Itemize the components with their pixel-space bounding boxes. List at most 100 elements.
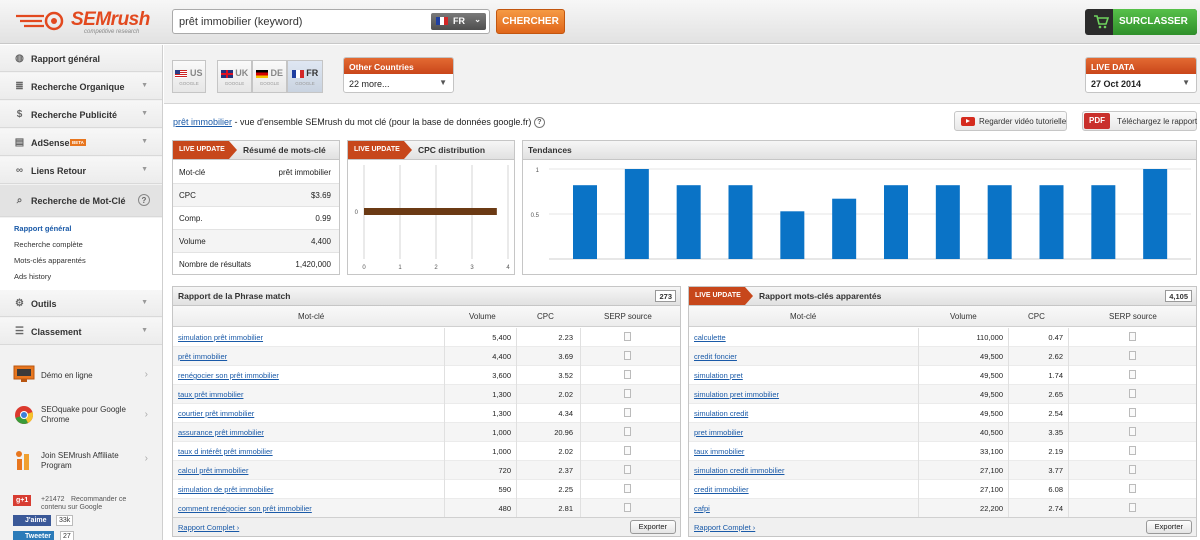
download-report-button[interactable]: PDF Téléchargez le rapport — [1082, 111, 1197, 131]
country-select[interactable]: FR ⌄ — [431, 13, 486, 30]
upgrade-button[interactable]: SURCLASSER — [1085, 9, 1197, 35]
keyword-link[interactable]: simulation pret — [694, 371, 743, 380]
sidebar-item-recherche-organique[interactable]: ≣ Recherche Organique ▼ — [0, 73, 162, 100]
serp-source-icon[interactable] — [1129, 427, 1136, 436]
col-header-serp[interactable]: SERP source — [604, 312, 652, 321]
promo-affiliate[interactable]: Join SEMrush Affiliate Program › — [0, 443, 162, 483]
serp-source-icon[interactable] — [624, 484, 631, 493]
sidebar-item-recherche-mot-cle[interactable]: ⌕ Recherche de Mot-Clé ? — [0, 185, 162, 217]
keyword-link[interactable]: courtier prêt immobilier — [178, 409, 254, 418]
serp-source-icon[interactable] — [624, 427, 631, 436]
subnav-recherche-complete[interactable]: Recherche complète — [14, 240, 83, 249]
sidebar-item-liens-retour[interactable]: ∞ Liens Retour ▼ — [0, 157, 162, 184]
sidebar: ◍ Rapport général ≣ Recherche Organique … — [0, 45, 163, 540]
keyword-link[interactable]: calcul prêt immobilier — [178, 466, 248, 475]
keyword-link[interactable]: assurance prêt immobilier — [178, 428, 264, 437]
promo-demo[interactable]: Démo en ligne › — [0, 359, 162, 399]
sidebar-item-recherche-publicite[interactable]: $ Recherche Publicité ▼ — [0, 101, 162, 128]
serp-source-icon[interactable] — [624, 408, 631, 417]
semrush-logo[interactable]: SEMrush competitive research — [14, 9, 154, 35]
serp-source-icon[interactable] — [624, 389, 631, 398]
keyword-link[interactable]: pret immobilier — [694, 428, 743, 437]
serp-source-icon[interactable] — [1129, 370, 1136, 379]
help-icon[interactable]: ? — [533, 117, 545, 129]
monitor-icon — [13, 365, 35, 382]
db-us-button[interactable]: US GOOGLE — [172, 60, 206, 93]
help-icon[interactable]: ? — [138, 194, 150, 206]
serp-source-icon[interactable] — [624, 370, 631, 379]
full-report-link[interactable]: Rapport Complet › — [694, 523, 755, 532]
keyword-link[interactable]: taux immobilier — [694, 447, 744, 456]
col-header-keyword[interactable]: Mot-clé — [298, 312, 324, 321]
chevron-down-icon: ▼ — [141, 166, 148, 173]
subnav-ads-history[interactable]: Ads history — [14, 272, 51, 281]
serp-source-icon[interactable] — [624, 332, 631, 341]
search-button[interactable]: CHERCHER — [496, 9, 565, 34]
export-button[interactable]: Exporter — [629, 520, 676, 534]
col-header-serp[interactable]: SERP source — [1109, 312, 1157, 321]
tweet-button[interactable]: Tweeter — [13, 531, 54, 540]
table-row: renégocier son prêt immobilier 3,600 3.52 — [173, 366, 680, 385]
video-tutorial-button[interactable]: Regarder vidéo tutorielle — [954, 111, 1067, 131]
serp-source-icon[interactable] — [1129, 351, 1136, 360]
search-input[interactable] — [179, 14, 429, 30]
full-report-link[interactable]: Rapport Complet › — [178, 523, 239, 532]
keyword-link[interactable]: calculette — [694, 333, 726, 342]
keyword-link[interactable]: taux d intérêt prêt immobilier — [178, 447, 273, 456]
keyword-link[interactable]: credit foncier — [694, 352, 737, 361]
subnav-mots-cles-apparentes[interactable]: Mots-clés apparentés — [14, 256, 86, 265]
sidebar-item-rapport-general[interactable]: ◍ Rapport général — [0, 45, 162, 72]
serp-source-icon[interactable] — [624, 446, 631, 455]
col-header-cpc[interactable]: CPC — [1028, 312, 1045, 321]
sidebar-item-adsense[interactable]: ▤ AdSense BETA ▼ — [0, 129, 162, 156]
keyword-link[interactable]: simulation prêt immobilier — [178, 333, 263, 342]
live-data-dropdown[interactable]: LIVE DATA 27 Oct 2014 ▼ — [1085, 57, 1197, 93]
keyword-link[interactable]: simulation credit — [694, 409, 748, 418]
db-uk-button[interactable]: UK GOOGLE — [217, 60, 252, 93]
trend-bar — [1091, 185, 1116, 259]
y-tick-label: 0.5 — [531, 213, 540, 219]
col-header-volume[interactable]: Volume — [950, 312, 977, 321]
volume-cell: 40,500 — [980, 428, 1003, 437]
serp-source-icon[interactable] — [1129, 389, 1136, 398]
keyword-link[interactable]: simulation pret immobilier — [694, 390, 779, 399]
sidebar-item-classement[interactable]: ☰ Classement ▼ — [0, 318, 162, 345]
sidebar-item-label: Recherche Organique — [31, 82, 125, 92]
serp-source-icon[interactable] — [1129, 465, 1136, 474]
table-row: credit immobilier 27,100 6.08 — [689, 480, 1196, 499]
serp-source-icon[interactable] — [1129, 484, 1136, 493]
volume-cell: 49,500 — [980, 352, 1003, 361]
col-header-volume[interactable]: Volume — [469, 312, 496, 321]
cpc-cell: 2.37 — [558, 466, 573, 475]
live-data-title: LIVE DATA — [1086, 58, 1196, 74]
volume-cell: 4,400 — [492, 352, 511, 361]
serp-source-icon[interactable] — [1129, 408, 1136, 417]
serp-source-icon[interactable] — [624, 351, 631, 360]
sidebar-item-label: AdSense — [31, 138, 70, 148]
serp-source-icon[interactable] — [1129, 503, 1136, 512]
keyword-link[interactable]: cafpi — [694, 504, 710, 513]
keyword-link[interactable]: simulation credit immobilier — [694, 466, 784, 475]
keyword-link[interactable]: prêt immobilier — [173, 117, 232, 127]
other-countries-dropdown[interactable]: Other Countries 22 more... ▼ — [343, 57, 454, 93]
col-header-keyword[interactable]: Mot-clé — [790, 312, 816, 321]
facebook-like-button[interactable]: J'aime — [13, 515, 51, 526]
keyword-link[interactable]: credit immobilier — [694, 485, 749, 494]
db-fr-button[interactable]: FR GOOGLE — [287, 60, 323, 93]
keyword-link[interactable]: renégocier son prêt immobilier — [178, 371, 279, 380]
keyword-link[interactable]: prêt immobilier — [178, 352, 227, 361]
export-button[interactable]: Exporter — [1145, 520, 1192, 534]
serp-source-icon[interactable] — [1129, 446, 1136, 455]
db-de-button[interactable]: DE GOOGLE — [252, 60, 287, 93]
serp-source-icon[interactable] — [624, 465, 631, 474]
promo-seoquake[interactable]: SEOquake pour Google Chrome › — [0, 399, 162, 439]
gplus-button[interactable]: g+1 — [13, 495, 32, 506]
subnav-rapport-general[interactable]: Rapport général — [14, 224, 72, 233]
sidebar-item-outils[interactable]: ⚙ Outils ▼ — [0, 290, 162, 317]
col-header-cpc[interactable]: CPC — [537, 312, 554, 321]
keyword-link[interactable]: simulation de prêt immobilier — [178, 485, 273, 494]
keyword-link[interactable]: comment renégocier son prêt immobilier — [178, 504, 312, 513]
serp-source-icon[interactable] — [1129, 332, 1136, 341]
serp-source-icon[interactable] — [624, 503, 631, 512]
keyword-link[interactable]: taux prêt immobilier — [178, 390, 243, 399]
